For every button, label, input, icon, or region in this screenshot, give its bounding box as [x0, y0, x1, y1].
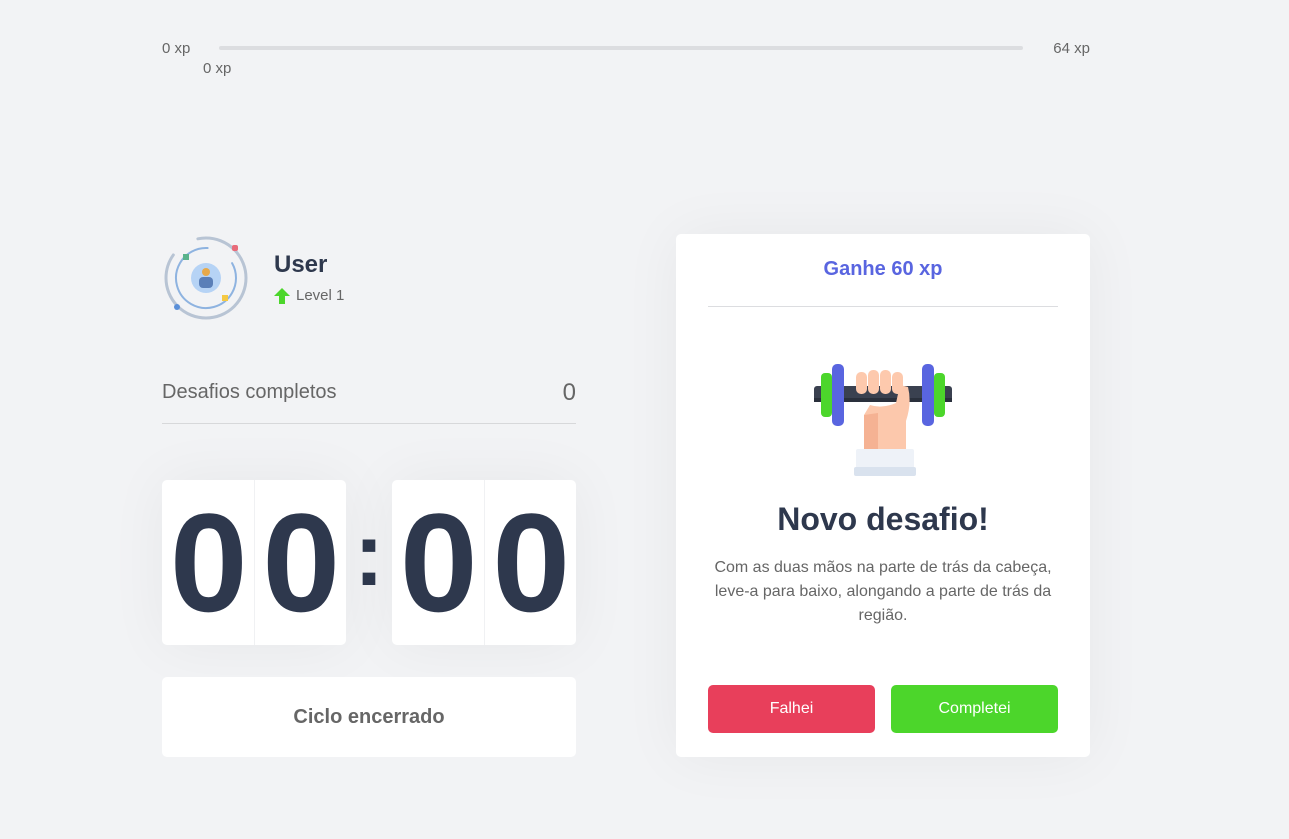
completed-challenges-label: Desafios completos — [162, 381, 337, 403]
second-digit: 0 — [392, 480, 485, 645]
completed-challenges: Desafios completos 0 — [162, 375, 576, 424]
xp-track — [219, 46, 1023, 50]
xp-current-label: 0 xp — [203, 60, 232, 77]
challenge-description: Com as duas mãos na parte de trás da cab… — [714, 559, 1052, 624]
user-name: User — [274, 251, 328, 278]
minute-digit: 0 — [262, 484, 340, 641]
countdown-separator: : — [354, 505, 384, 605]
page: 0 xp 0 xp 64 xp User Level 1 Desafios co… — [0, 0, 1289, 839]
second-digit: 0 — [492, 484, 570, 641]
minute-digit: 0 — [162, 480, 255, 645]
challenge-header: Ganhe 60 xp — [708, 234, 1058, 307]
level-up-arrow-icon — [274, 287, 290, 304]
dumbbell-icon — [812, 363, 954, 478]
completed-challenges-count: 0 — [562, 379, 576, 406]
profile: User Level 1 — [162, 234, 576, 322]
xp-min-label: 0 xp — [162, 40, 191, 57]
countdown-seconds: 0 0 — [392, 480, 576, 645]
countdown-minutes: 0 0 — [162, 480, 346, 645]
challenge-xp-label: Ganhe 60 xp — [823, 258, 943, 280]
avatar-icon — [164, 236, 248, 320]
experience-bar: 0 xp 0 xp 64 xp — [162, 38, 1090, 78]
cycle-ended-button: Ciclo encerrado — [162, 677, 576, 757]
avatar — [162, 234, 250, 322]
level-label: Level 1 — [296, 287, 345, 304]
fail-button[interactable]: Falhei — [708, 685, 875, 733]
complete-button[interactable]: Completei — [891, 685, 1058, 733]
challenge-card: Ganhe 60 xp Novo desafio! Com as duas mã… — [676, 234, 1090, 757]
level: Level 1 — [274, 287, 344, 304]
challenge-title: Novo desafio! — [777, 501, 989, 537]
xp-max-label: 64 xp — [1053, 40, 1090, 57]
countdown: 0 0 : 0 0 — [162, 480, 576, 645]
